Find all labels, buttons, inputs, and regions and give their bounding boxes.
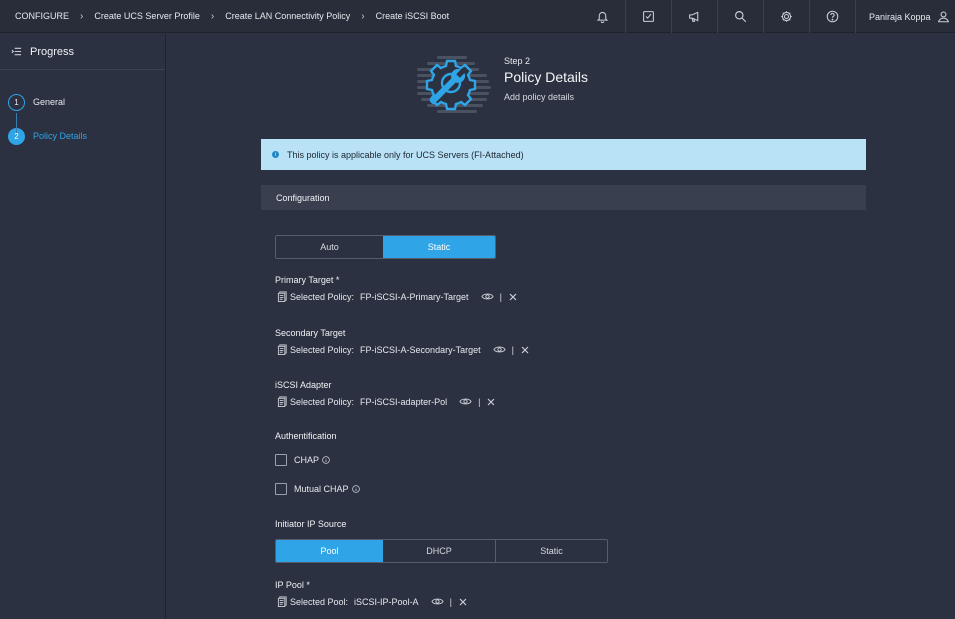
info-icon[interactable] — [351, 485, 360, 493]
step-general[interactable]: 1 General — [0, 85, 165, 119]
document-copy-icon — [277, 396, 287, 407]
separator: | — [499, 291, 502, 302]
iscsi-adapter-selection: Selected Policy: FP-iSCSI-adapter-Pol | — [277, 396, 495, 407]
help-button[interactable] — [810, 0, 856, 33]
breadcrumb-create-lan-connectivity-policy[interactable]: Create LAN Connectivity Policy — [225, 11, 350, 21]
separator: | — [478, 396, 481, 407]
top-icon-group — [580, 0, 856, 33]
authentication-label: Authentification — [275, 431, 337, 441]
separator: | — [511, 344, 514, 355]
collapse-menu-icon[interactable] — [11, 46, 22, 57]
ip-source-pool-option[interactable]: Pool — [276, 540, 383, 562]
mutual-chap-checkbox[interactable] — [275, 483, 287, 495]
view-eye-icon[interactable] — [430, 597, 444, 606]
bell-icon — [596, 11, 609, 23]
page-title: Policy Details — [504, 69, 589, 85]
view-eye-icon[interactable] — [480, 292, 494, 301]
main-content: Step 2 Policy Details Add policy details… — [167, 34, 955, 619]
tasks-check-icon — [643, 11, 654, 22]
progress-title: Progress — [30, 45, 75, 58]
notifications-button[interactable] — [580, 0, 626, 33]
ip-pool-value: iSCSI-IP-Pool-A — [354, 596, 419, 607]
document-copy-icon — [277, 344, 287, 355]
primary-target-value: FP-iSCSI-A-Primary-Target — [360, 291, 469, 302]
mode-static-option[interactable]: Static — [383, 236, 495, 258]
step-policy-details[interactable]: 2 Policy Details — [0, 119, 165, 153]
selected-policy-prefix: Selected Policy: — [290, 291, 355, 302]
chevron-right-icon: › — [210, 10, 215, 22]
progress-header: Progress — [0, 34, 165, 70]
secondary-target-label: Secondary Target — [275, 328, 346, 338]
chap-checkbox[interactable] — [275, 454, 287, 466]
close-icon[interactable] — [487, 398, 495, 406]
info-banner: i This policy is applicable only for UCS… — [261, 139, 866, 170]
chap-label: CHAP — [294, 455, 320, 465]
document-copy-icon — [277, 596, 287, 607]
selected-policy-prefix: Selected Policy: — [290, 344, 355, 355]
page-header: Step 2 Policy Details Add policy details — [504, 56, 588, 102]
configuration-title: Configuration — [276, 192, 330, 203]
document-copy-icon — [277, 291, 287, 302]
close-icon[interactable] — [521, 346, 529, 354]
breadcrumb: CONFIGURE › Create UCS Server Profile › … — [0, 0, 449, 33]
step-indicator: Step 2 — [504, 56, 531, 66]
user-icon — [937, 11, 949, 23]
config-mode-toggle: Auto Static — [275, 235, 496, 259]
search-button[interactable] — [718, 0, 764, 33]
mode-auto-option[interactable]: Auto — [276, 236, 383, 258]
page-subtitle: Add policy details — [504, 92, 575, 102]
close-icon[interactable] — [509, 293, 517, 301]
gear-icon — [781, 11, 792, 22]
iscsi-adapter-value: FP-iSCSI-adapter-Pol — [360, 396, 448, 407]
ip-pool-label: IP Pool * — [275, 580, 310, 590]
secondary-target-selection: Selected Policy: FP-iSCSI-A-Secondary-Ta… — [277, 344, 529, 355]
info-icon[interactable] — [322, 456, 330, 464]
step-number: 1 — [8, 93, 25, 111]
ip-source-dhcp-option[interactable]: DHCP — [383, 540, 495, 562]
progress-sidebar: Progress 1 General 2 Policy Details — [0, 34, 166, 619]
mutual-chap-option: Mutual CHAP — [275, 483, 360, 495]
primary-target-label: Primary Target * — [275, 275, 340, 285]
user-menu[interactable]: Paniraja Koppa — [869, 0, 950, 33]
user-name: Paniraja Koppa — [869, 11, 931, 22]
separator: | — [449, 596, 452, 607]
selected-policy-prefix: Selected Policy: — [290, 396, 355, 407]
step-label: General — [33, 97, 66, 107]
close-icon[interactable] — [459, 598, 467, 606]
chevron-right-icon: › — [80, 10, 84, 22]
breadcrumb-configure[interactable]: CONFIGURE — [15, 11, 69, 21]
announcements-button[interactable] — [672, 0, 718, 33]
breadcrumb-create-iscsi-boot: Create iSCSI Boot — [375, 11, 450, 21]
view-eye-icon[interactable] — [492, 345, 506, 354]
step-connector — [16, 113, 17, 133]
top-bar: CONFIGURE › Create UCS Server Profile › … — [0, 0, 955, 33]
primary-target-selection: Selected Policy: FP-iSCSI-A-Primary-Targ… — [277, 291, 517, 302]
initiator-ip-source-label: Initiator IP Source — [275, 519, 347, 529]
progress-steps: 1 General 2 Policy Details — [0, 85, 165, 153]
initiator-ip-source-toggle: Pool DHCP Static — [275, 539, 608, 563]
settings-button[interactable] — [764, 0, 810, 33]
megaphone-icon — [689, 11, 699, 22]
chap-option: CHAP — [275, 454, 330, 466]
selected-pool-prefix: Selected Pool: — [290, 596, 349, 607]
info-circle-icon: i — [272, 151, 279, 158]
info-banner-text: This policy is applicable only for UCS S… — [287, 149, 524, 160]
view-eye-icon[interactable] — [459, 397, 472, 406]
configuration-section-header: Configuration — [261, 185, 866, 210]
secondary-target-value: FP-iSCSI-A-Secondary-Target — [360, 344, 481, 355]
gear-wrench-illustration-icon — [417, 56, 491, 113]
step-label: Policy Details — [33, 131, 88, 141]
ip-pool-selection: Selected Pool: iSCSI-IP-Pool-A | — [277, 596, 467, 607]
mutual-chap-label: Mutual CHAP — [294, 484, 349, 494]
help-icon — [826, 10, 839, 23]
ip-source-static-option[interactable]: Static — [495, 540, 607, 562]
tasks-button[interactable] — [626, 0, 672, 33]
chevron-right-icon: › — [361, 10, 365, 22]
iscsi-adapter-label: iSCSI Adapter — [275, 380, 332, 390]
search-icon — [735, 11, 747, 23]
breadcrumb-create-ucs-server-profile[interactable]: Create UCS Server Profile — [94, 11, 200, 21]
